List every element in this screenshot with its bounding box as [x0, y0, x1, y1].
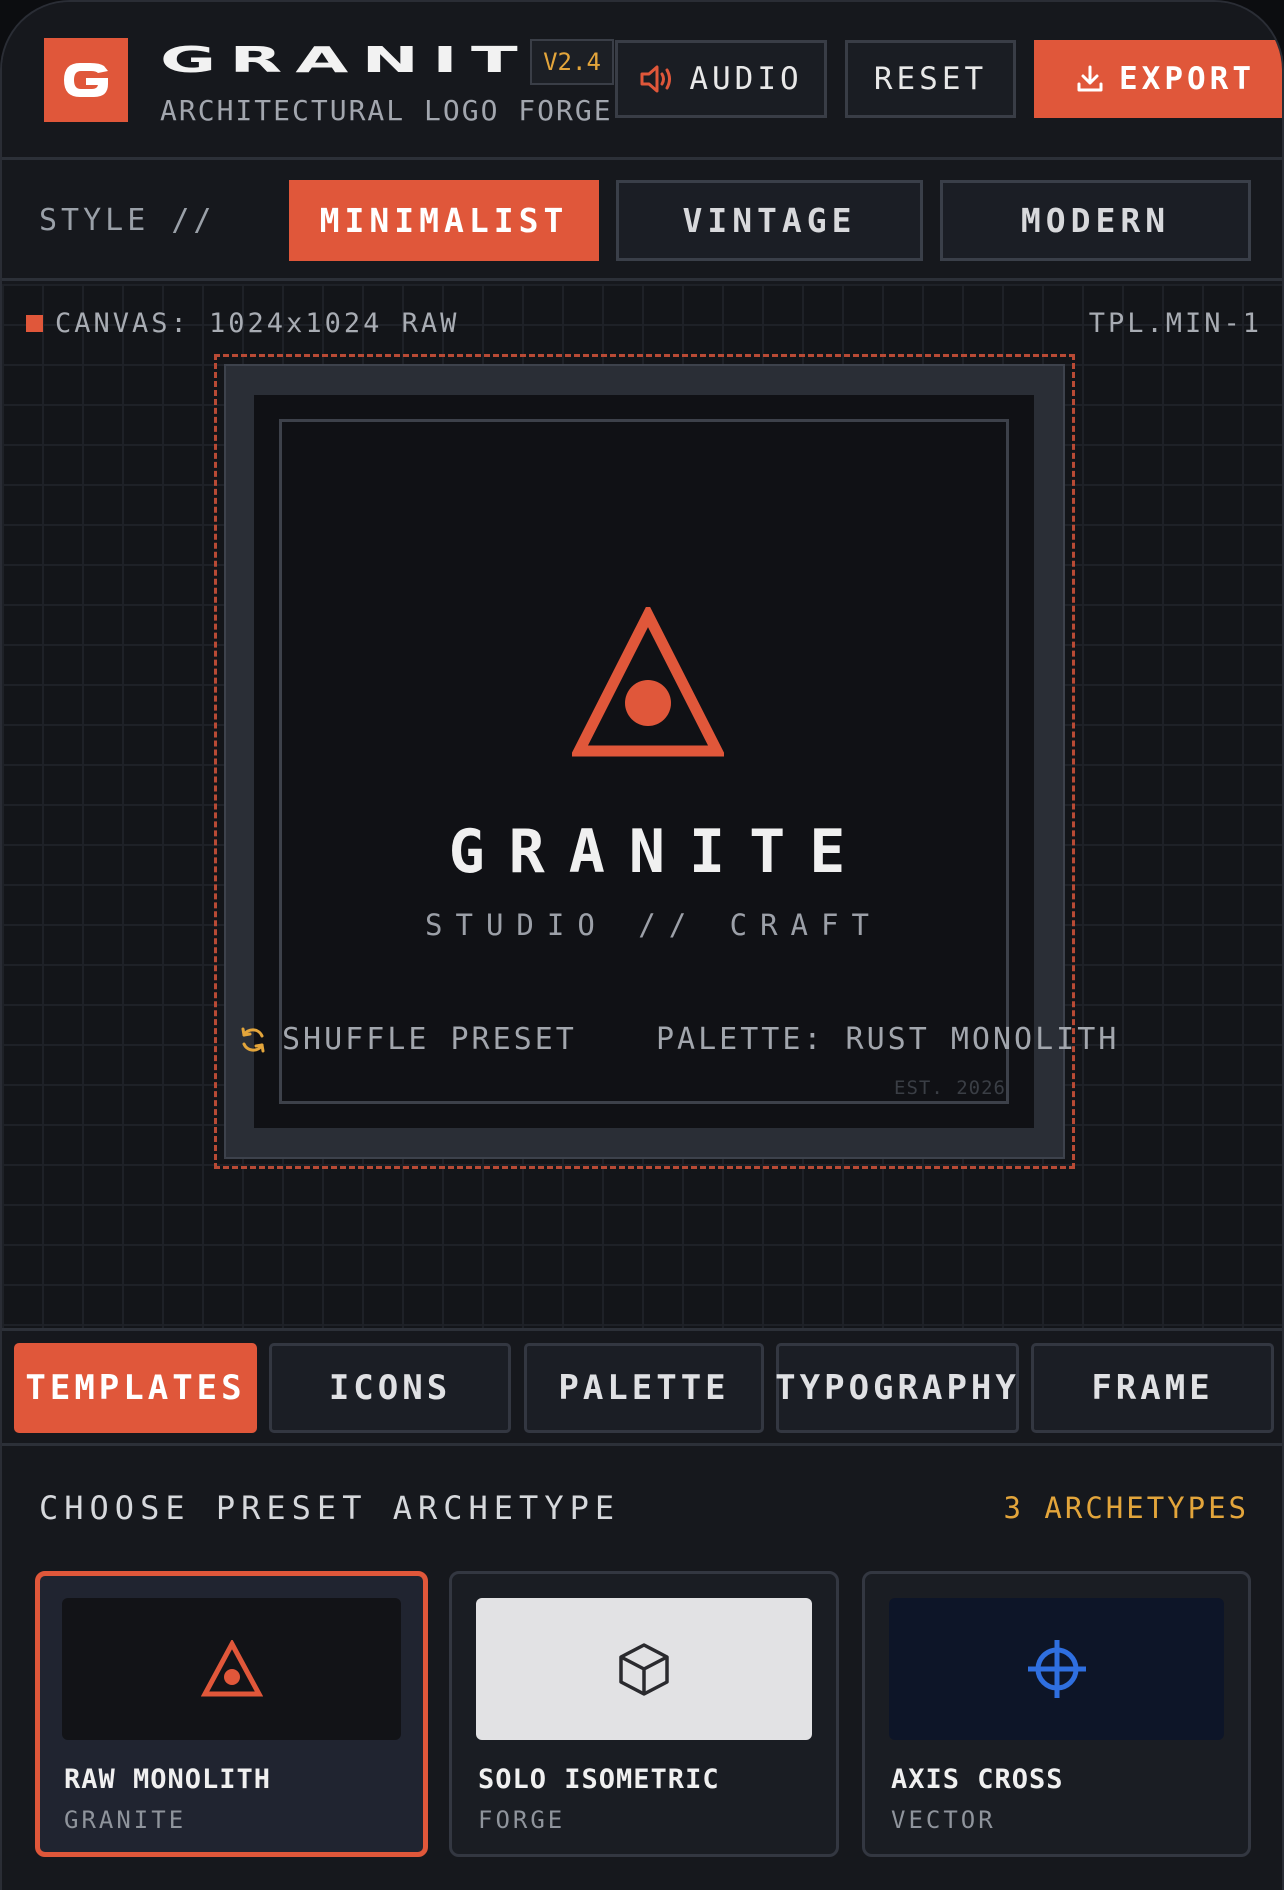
app-brand: GRANITE [160, 40, 591, 81]
g-logo-icon [64, 63, 108, 97]
reset-label: RESET [873, 61, 988, 97]
shuffle-label: SHUFFLE PRESET [282, 1022, 577, 1057]
preset-thumbnail [62, 1598, 401, 1740]
reset-button[interactable]: RESET [845, 40, 1016, 118]
app-window: GRANITE V2.4 ARCHITECTURAL LOGO FORGE AU… [0, 0, 1284, 1890]
version-badge: V2.4 [530, 39, 614, 85]
presets-count: 3 ARCHETYPES [1003, 1491, 1249, 1525]
logo-title: GRANITE [448, 817, 870, 887]
header: GRANITE V2.4 ARCHITECTURAL LOGO FORGE AU… [2, 2, 1282, 160]
style-selector: STYLE // MINIMALIST VINTAGE MODERN [2, 163, 1282, 281]
presets-title: CHOOSE PRESET ARCHETYPE [39, 1489, 621, 1527]
artboard[interactable]: GRANITE STUDIO // CRAFT EST. 2026 [279, 419, 1009, 1104]
tab-frame[interactable]: FRAME [1031, 1343, 1274, 1433]
tab-templates[interactable]: TEMPLATES [14, 1343, 257, 1433]
status-square-icon [26, 315, 43, 332]
crosshair-icon [1027, 1640, 1086, 1698]
preset-subtitle: GRANITE [64, 1806, 187, 1834]
export-button[interactable]: EXPORT [1034, 40, 1282, 118]
logo-subtitle: STUDIO // CRAFT [425, 908, 882, 942]
shuffle-preset-button[interactable]: SHUFFLE PRESET [238, 1022, 577, 1057]
triangle-eye-icon [572, 607, 724, 757]
export-label: EXPORT [1119, 61, 1255, 97]
style-option-modern[interactable]: MODERN [940, 180, 1251, 261]
audio-label: AUDIO [689, 61, 803, 97]
download-icon [1077, 65, 1103, 92]
canvas-area: CANVAS: 1024x1024 RAW TPL.MIN-1 GRANITE … [2, 284, 1282, 1331]
tab-icons[interactable]: ICONS [269, 1343, 511, 1433]
canvas-info-text: CANVAS: 1024x1024 RAW [55, 308, 460, 339]
preset-subtitle: VECTOR [891, 1806, 996, 1834]
app-logo [44, 38, 128, 122]
template-id: TPL.MIN-1 [1088, 308, 1262, 339]
preset-title: SOLO ISOMETRIC [478, 1764, 720, 1795]
presets-panel: CHOOSE PRESET ARCHETYPE 3 ARCHETYPES RAW… [2, 1449, 1282, 1890]
audio-button[interactable]: AUDIO [615, 40, 827, 118]
preset-title: RAW MONOLITH [64, 1764, 272, 1795]
tab-palette[interactable]: PALETTE [524, 1343, 764, 1433]
style-label: STYLE // [39, 203, 216, 238]
panel-tabs: TEMPLATES ICONS PALETTE TYPOGRAPHY FRAME [2, 1334, 1282, 1446]
est-label: EST. 2026 [894, 1077, 1006, 1099]
preset-card-solo-isometric[interactable]: SOLO ISOMETRIC FORGE [449, 1571, 839, 1857]
preset-thumbnail [889, 1598, 1224, 1740]
preset-subtitle: FORGE [478, 1806, 566, 1834]
palette-name: PALETTE: RUST MONOLITH [656, 1022, 1120, 1057]
preset-card-raw-monolith[interactable]: RAW MONOLITH GRANITE [35, 1571, 428, 1857]
triangle-eye-icon [200, 1640, 263, 1697]
cube-icon [619, 1643, 669, 1696]
canvas-info: CANVAS: 1024x1024 RAW [26, 308, 459, 339]
refresh-icon [241, 1027, 265, 1052]
tab-typography[interactable]: TYPOGRAPHY [775, 1343, 1019, 1433]
style-option-minimalist[interactable]: MINIMALIST [289, 180, 599, 261]
preset-title: AXIS CROSS [891, 1764, 1064, 1795]
preset-thumbnail [476, 1598, 812, 1740]
app-subtitle: ARCHITECTURAL LOGO FORGE [160, 94, 613, 127]
style-option-vintage[interactable]: VINTAGE [616, 180, 923, 261]
preset-card-axis-cross[interactable]: AXIS CROSS VECTOR [862, 1571, 1251, 1857]
speaker-icon [640, 65, 672, 93]
